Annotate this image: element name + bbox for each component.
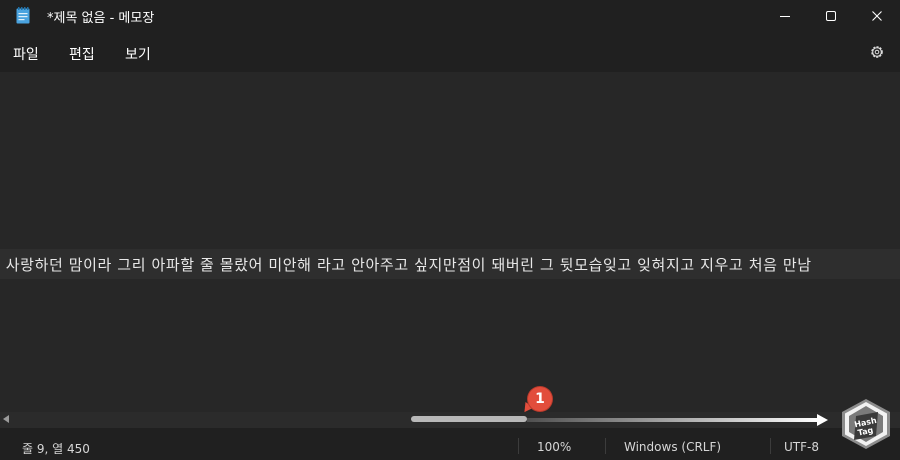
minimize-button[interactable]	[762, 0, 808, 32]
annotation-badge: 1	[528, 387, 552, 411]
line-ending: Windows (CRLF)	[624, 440, 722, 454]
editor-text-line: 라 사랑하던 맘이라 그리 아파할 줄 몰랐어 미안해 라고 안아주고 싶지만점…	[0, 256, 812, 274]
cursor-position: 줄 9, 열 450	[22, 442, 90, 456]
status-divider	[770, 438, 771, 454]
menu-bar: 파일 편집 보기	[0, 32, 900, 72]
zoom-level: 100%	[537, 440, 572, 454]
scroll-left-arrow-icon[interactable]	[3, 415, 9, 423]
annotation-arrow-line	[527, 418, 820, 422]
menu-edit[interactable]: 편집	[69, 44, 95, 64]
status-divider	[518, 438, 519, 454]
maximize-button[interactable]	[808, 0, 854, 32]
gear-icon[interactable]	[869, 44, 885, 60]
encoding: UTF-8	[784, 440, 819, 454]
status-bar: 줄 9, 열 450 100% Windows (CRLF) UTF-8	[0, 428, 900, 460]
close-button[interactable]	[854, 0, 900, 32]
hashtag-logo-icon: Hash Tag	[842, 399, 890, 449]
close-icon	[872, 11, 882, 21]
status-divider	[605, 438, 606, 454]
scrollbar-thumb[interactable]	[411, 416, 527, 422]
notepad-icon	[16, 7, 30, 24]
minimize-icon	[780, 16, 790, 17]
menu-view[interactable]: 보기	[125, 44, 151, 64]
text-editor[interactable]: 라 사랑하던 맘이라 그리 아파할 줄 몰랐어 미안해 라고 안아주고 싶지만점…	[0, 72, 900, 412]
menu-file[interactable]: 파일	[13, 44, 39, 64]
window-title: *제목 없음 - 메모장	[47, 11, 155, 26]
maximize-icon	[826, 11, 836, 21]
annotation-arrow-icon	[817, 414, 828, 426]
title-bar[interactable]: *제목 없음 - 메모장	[0, 0, 900, 32]
